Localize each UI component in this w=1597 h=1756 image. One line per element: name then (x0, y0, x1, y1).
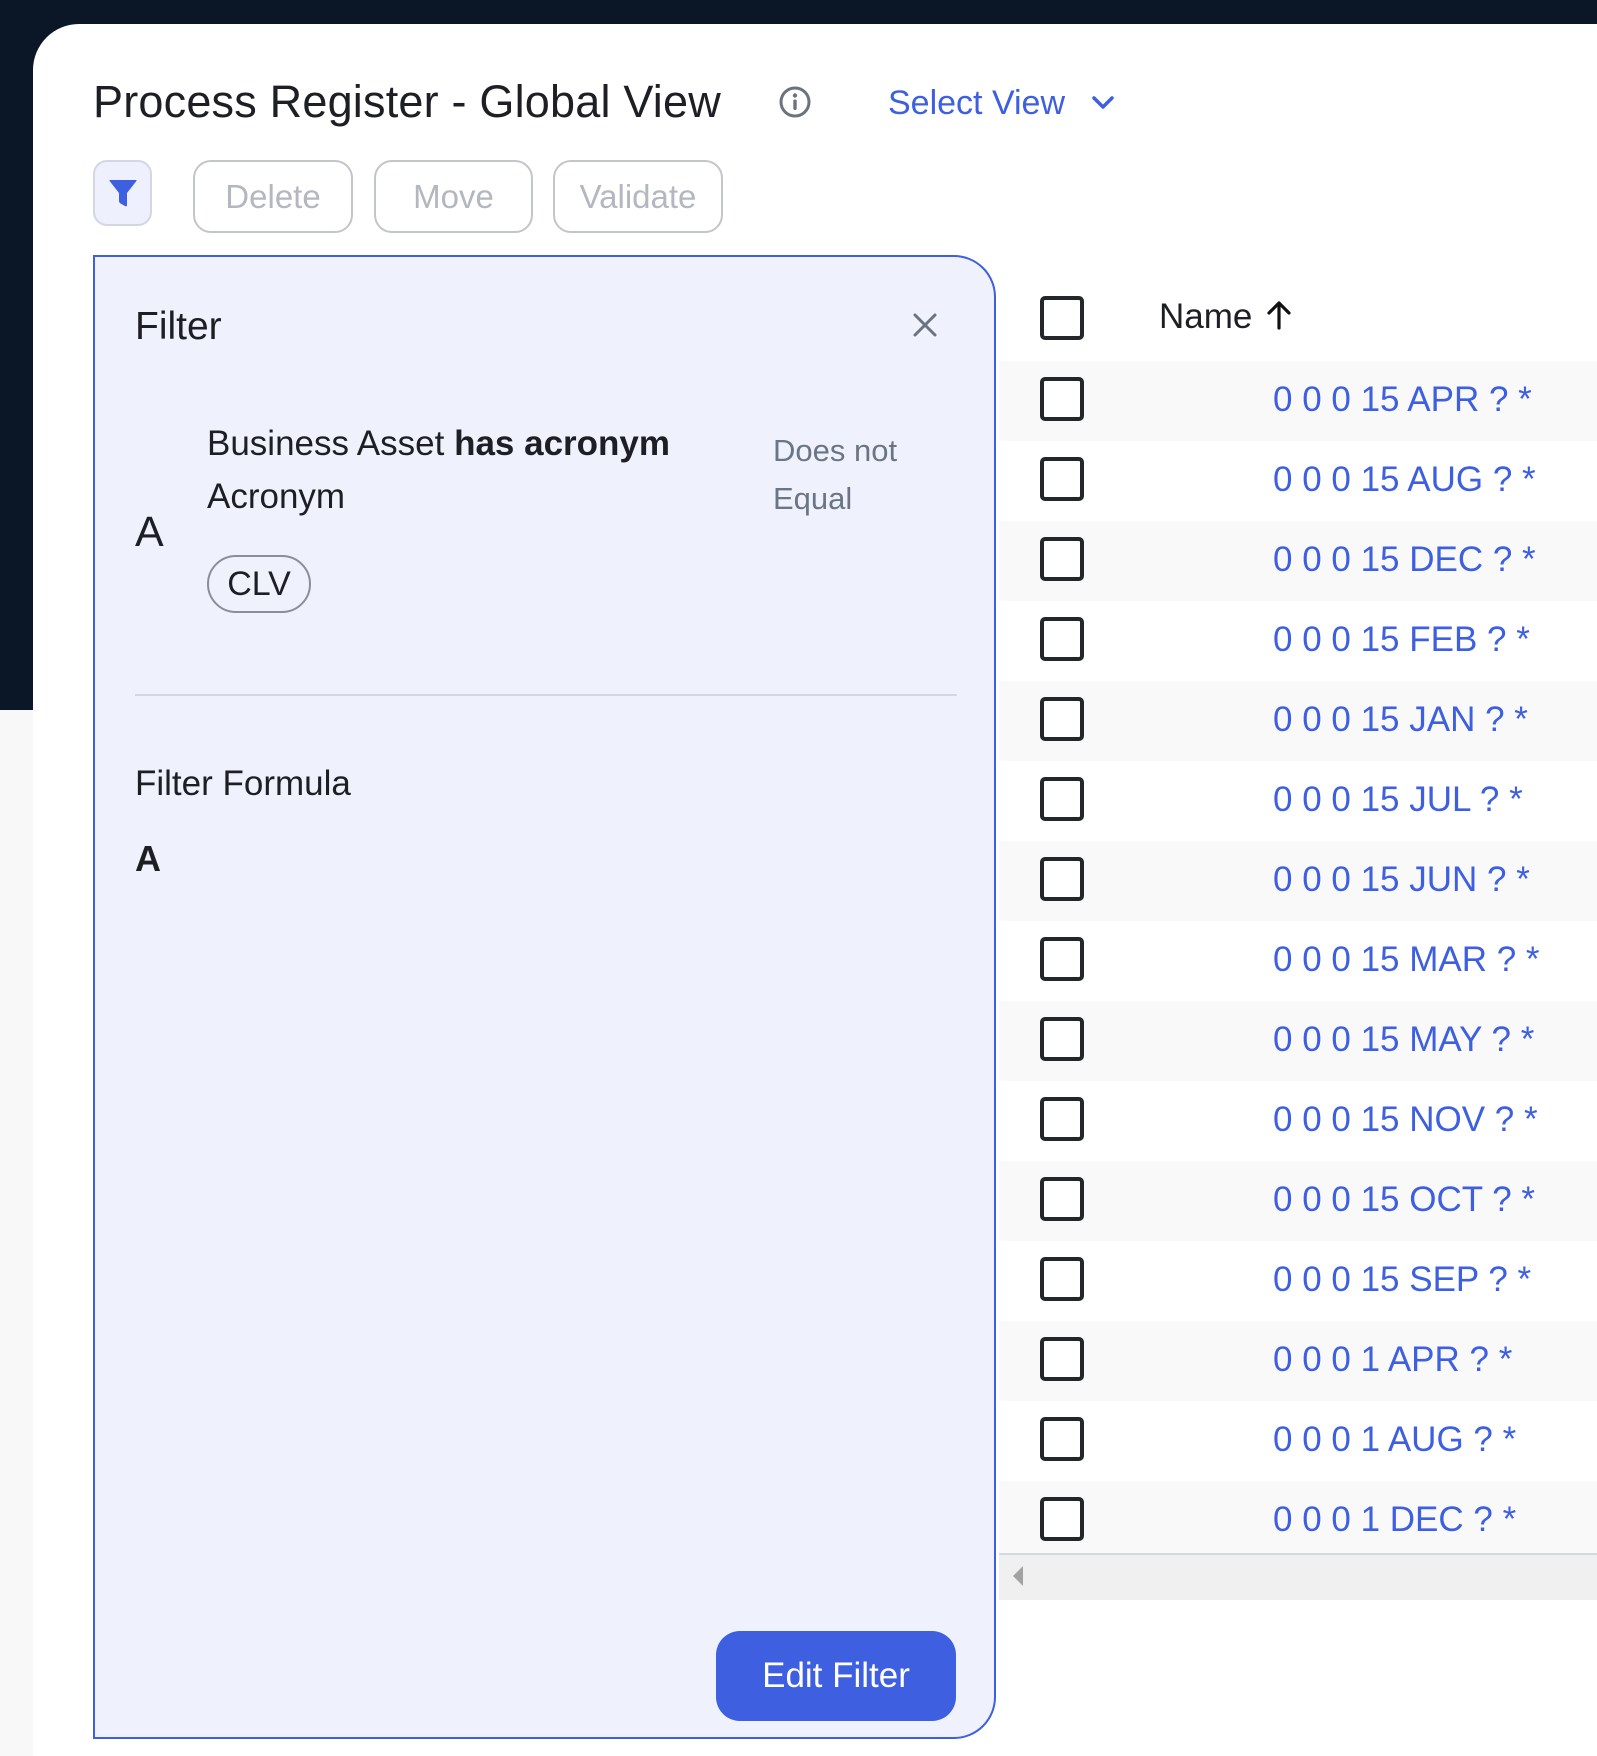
row-checkbox[interactable] (1040, 1257, 1084, 1301)
table-row[interactable]: 0 0 0 15 JUN ? * (999, 841, 1597, 921)
row-checkbox[interactable] (1040, 937, 1084, 981)
rule-subject: Business Asset (207, 424, 445, 463)
row-checkbox[interactable] (1040, 857, 1084, 901)
results-table: Name 0 0 0 15 APR ? * 0 0 0 15 AUG ? * 0 0… (999, 269, 1597, 1609)
table-body: 0 0 0 15 APR ? * 0 0 0 15 AUG ? * 0 0 0 15… (999, 361, 1597, 1561)
rule-attribute: Acronym (207, 477, 346, 516)
row-checkbox[interactable] (1040, 617, 1084, 661)
row-name-link[interactable]: 0 0 0 15 FEB ? * (1273, 618, 1530, 662)
chevron-down-icon[interactable] (1090, 92, 1116, 114)
filter-toggle-button[interactable] (93, 160, 152, 226)
table-row[interactable]: 0 0 0 15 APR ? * (999, 361, 1597, 441)
row-name-link[interactable]: 0 0 0 15 OCT ? * (1273, 1178, 1535, 1222)
filter-formula-value: A (135, 838, 161, 879)
row-name-link[interactable]: 0 0 0 15 SEP ? * (1273, 1258, 1531, 1302)
background-strip (0, 710, 33, 1756)
value-chip: CLV (207, 555, 311, 613)
row-checkbox[interactable] (1040, 537, 1084, 581)
divider (135, 694, 957, 696)
table-row[interactable]: 0 0 0 15 JUL ? * (999, 761, 1597, 841)
select-all-checkbox[interactable] (1040, 296, 1084, 340)
delete-button[interactable]: Delete (193, 160, 353, 233)
table-row[interactable]: 0 0 0 1 DEC ? * (999, 1481, 1597, 1561)
row-name-link[interactable]: 0 0 0 15 APR ? * (1273, 378, 1532, 422)
row-checkbox[interactable] (1040, 697, 1084, 741)
row-name-link[interactable]: 0 0 0 15 JUL ? * (1273, 778, 1523, 822)
row-name-link[interactable]: 0 0 0 15 AUG ? * (1273, 458, 1536, 502)
filter-formula-title: Filter Formula (135, 764, 351, 803)
rule-letter: A (135, 508, 164, 556)
filter-panel-title: Filter (135, 305, 222, 348)
main-card: Process Register - Global View Select Vi… (33, 24, 1597, 1756)
rule-operator: Does not Equal (773, 433, 898, 516)
row-name-link[interactable]: 0 0 0 15 NOV ? * (1273, 1098, 1538, 1142)
move-button[interactable]: Move (374, 160, 533, 233)
arrow-up-icon[interactable] (1266, 300, 1292, 330)
row-checkbox[interactable] (1040, 377, 1084, 421)
row-name-link[interactable]: 0 0 0 15 MAY ? * (1273, 1018, 1534, 1062)
edit-filter-button[interactable]: Edit Filter (716, 1631, 956, 1721)
info-circle-icon[interactable] (778, 85, 812, 119)
close-icon[interactable] (910, 310, 940, 340)
table-row[interactable]: 0 0 0 15 FEB ? * (999, 601, 1597, 681)
table-row[interactable]: 0 0 0 15 MAR ? * (999, 921, 1597, 1001)
filter-icon (108, 180, 137, 207)
page-title: Process Register - Global View (93, 76, 721, 127)
rule-relation: has acronym (454, 424, 671, 463)
table-row[interactable]: 0 0 0 1 AUG ? * (999, 1401, 1597, 1481)
horizontal-scrollbar[interactable] (999, 1553, 1597, 1600)
table-row[interactable]: 0 0 0 15 JAN ? * (999, 681, 1597, 761)
filter-panel: Filter A Business Asset has acronym Acro… (93, 255, 996, 1739)
row-checkbox[interactable] (1040, 457, 1084, 501)
table-row[interactable]: 0 0 0 15 MAY ? * (999, 1001, 1597, 1081)
column-header-label: Name (1159, 297, 1253, 336)
row-checkbox[interactable] (1040, 1097, 1084, 1141)
table-row[interactable]: 0 0 0 1 APR ? * (999, 1321, 1597, 1401)
row-checkbox[interactable] (1040, 1017, 1084, 1061)
row-checkbox[interactable] (1040, 777, 1084, 821)
column-header-name[interactable]: Name (1159, 295, 1292, 339)
table-row[interactable]: 0 0 0 15 AUG ? * (999, 441, 1597, 521)
row-name-link[interactable]: 0 0 0 1 APR ? * (1273, 1338, 1512, 1382)
row-name-link[interactable]: 0 0 0 15 JUN ? * (1273, 858, 1530, 902)
row-name-link[interactable]: 0 0 0 1 AUG ? * (1273, 1418, 1516, 1462)
row-checkbox[interactable] (1040, 1497, 1084, 1541)
row-name-link[interactable]: 0 0 0 15 JAN ? * (1273, 698, 1528, 742)
validate-button[interactable]: Validate (553, 160, 723, 233)
table-row[interactable]: 0 0 0 15 DEC ? * (999, 521, 1597, 601)
table-row[interactable]: 0 0 0 15 SEP ? * (999, 1241, 1597, 1321)
row-name-link[interactable]: 0 0 0 15 DEC ? * (1273, 538, 1536, 582)
scroll-left-arrow-icon[interactable] (1013, 1566, 1023, 1586)
table-row[interactable]: 0 0 0 15 NOV ? * (999, 1081, 1597, 1161)
row-name-link[interactable]: 0 0 0 15 MAR ? * (1273, 938, 1540, 982)
row-checkbox[interactable] (1040, 1177, 1084, 1221)
rule-description: Business Asset has acronym (207, 422, 670, 466)
row-name-link[interactable]: 0 0 0 1 DEC ? * (1273, 1498, 1516, 1542)
select-view-dropdown[interactable]: Select View (888, 81, 1065, 125)
row-checkbox[interactable] (1040, 1417, 1084, 1461)
table-row[interactable]: 0 0 0 15 OCT ? * (999, 1161, 1597, 1241)
row-checkbox[interactable] (1040, 1337, 1084, 1381)
